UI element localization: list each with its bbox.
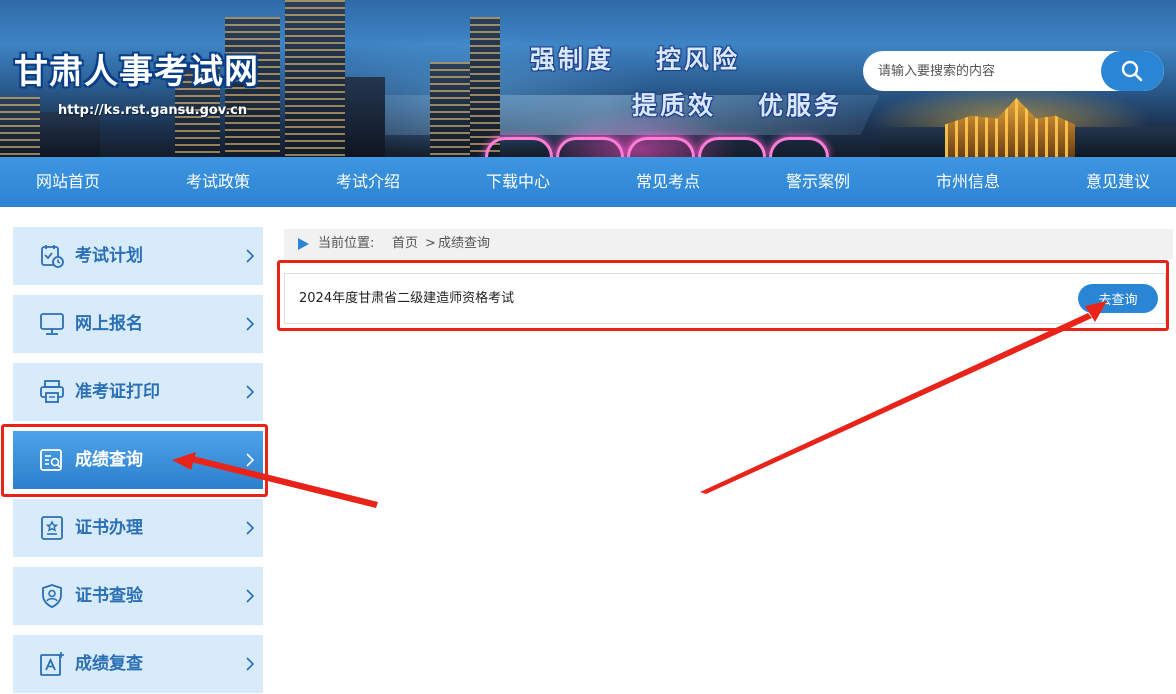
search-input[interactable] [863, 51, 1101, 91]
sidebar-item-admission-ticket[interactable]: 准考证打印 [13, 363, 263, 421]
sidebar-item-online-registration[interactable]: 网上报名 [13, 295, 263, 353]
search-icon [1121, 60, 1143, 82]
search-document-icon [40, 449, 62, 471]
banner-building [0, 97, 40, 157]
breadcrumb-separator: > [425, 236, 436, 251]
chevron-right-icon [246, 385, 255, 399]
play-triangle-icon [298, 238, 309, 250]
nav-item-warning-cases[interactable]: 警示案例 [743, 157, 893, 207]
sidebar-item-label: 证书查验 [75, 586, 143, 606]
site-url: http://ks.rst.gansu.gov.cn [58, 103, 248, 118]
sidebar-item-certificate-verification[interactable]: 证书查验 [13, 567, 263, 625]
site-title[interactable]: 甘肃人事考试网 [14, 44, 259, 93]
slogan-text: 控风险 [656, 45, 741, 74]
chevron-right-icon [246, 521, 255, 535]
printer-icon [40, 380, 64, 403]
banner-bridge-arch [627, 137, 695, 157]
arrow-shaft-right [700, 313, 1092, 494]
shield-user-icon [42, 584, 62, 608]
result-title[interactable]: 2024年度甘肃省二级建造师资格考试 [299, 274, 514, 323]
banner-bridge-arch [485, 137, 553, 157]
banner-building [285, 0, 345, 157]
text-recheck-icon [40, 652, 64, 676]
search-button[interactable] [1101, 51, 1164, 91]
sidebar-item-label: 考试计划 [75, 246, 143, 266]
sidebar-item-label: 网上报名 [75, 314, 143, 334]
chevron-right-icon [246, 657, 255, 671]
slogan-text: 提质效 [632, 91, 717, 120]
chevron-right-icon [246, 589, 255, 603]
sidebar-item-label: 成绩查询 [75, 450, 143, 470]
banner-bridge-arch [769, 137, 829, 157]
certificate-icon [41, 516, 63, 540]
sidebar-item-certificate-processing[interactable]: 证书办理 [13, 499, 263, 557]
main-nav: 网站首页 考试政策 考试介绍 下载中心 常见考点 警示案例 市州信息 意见建议 [0, 157, 1176, 207]
chevron-right-icon [246, 249, 255, 263]
breadcrumb-label: 当前位置: [318, 236, 375, 251]
banner-building [40, 112, 100, 157]
go-query-button[interactable]: 去查询 [1078, 284, 1158, 313]
nav-item-city-info[interactable]: 市州信息 [893, 157, 1043, 207]
sidebar-item-score-query[interactable]: 成绩查询 [13, 431, 263, 489]
result-row: 2024年度甘肃省二级建造师资格考试 去查询 [284, 273, 1166, 324]
banner-bridge-arch [556, 137, 624, 157]
sidebar-item-label: 证书办理 [75, 518, 143, 538]
sidebar-item-label: 成绩复查 [75, 654, 143, 674]
sidebar-item-score-recheck[interactable]: 成绩复查 [13, 635, 263, 693]
banner-building [345, 77, 385, 157]
banner-pavilion [945, 98, 1075, 157]
breadcrumb-home-link[interactable]: 首页 [392, 229, 418, 259]
sidebar-item-label: 准考证打印 [75, 382, 160, 402]
slogan-text: 优服务 [758, 91, 843, 120]
nav-item-exam-intro[interactable]: 考试介绍 [293, 157, 443, 207]
banner-bridge-arch [698, 137, 766, 157]
nav-item-policy[interactable]: 考试政策 [143, 157, 293, 207]
chevron-right-icon [246, 453, 255, 467]
search-box [863, 51, 1164, 91]
nav-item-exam-sites[interactable]: 常见考点 [593, 157, 743, 207]
banner-building [470, 17, 500, 157]
sidebar-item-exam-plan[interactable]: 考试计划 [13, 227, 263, 285]
breadcrumb: 当前位置: 首页 > 成绩查询 [284, 229, 1173, 259]
breadcrumb-current: 成绩查询 [438, 236, 491, 251]
nav-item-downloads[interactable]: 下载中心 [443, 157, 593, 207]
nav-item-feedback[interactable]: 意见建议 [1043, 157, 1176, 207]
chevron-right-icon [246, 317, 255, 331]
nav-item-home[interactable]: 网站首页 [0, 157, 143, 207]
calendar-clock-icon [41, 245, 64, 268]
slogan-text: 强制度 [530, 45, 615, 74]
header-banner: 甘肃人事考试网 http://ks.rst.gansu.gov.cn 强制度 控… [0, 0, 1176, 157]
monitor-icon [40, 313, 64, 335]
